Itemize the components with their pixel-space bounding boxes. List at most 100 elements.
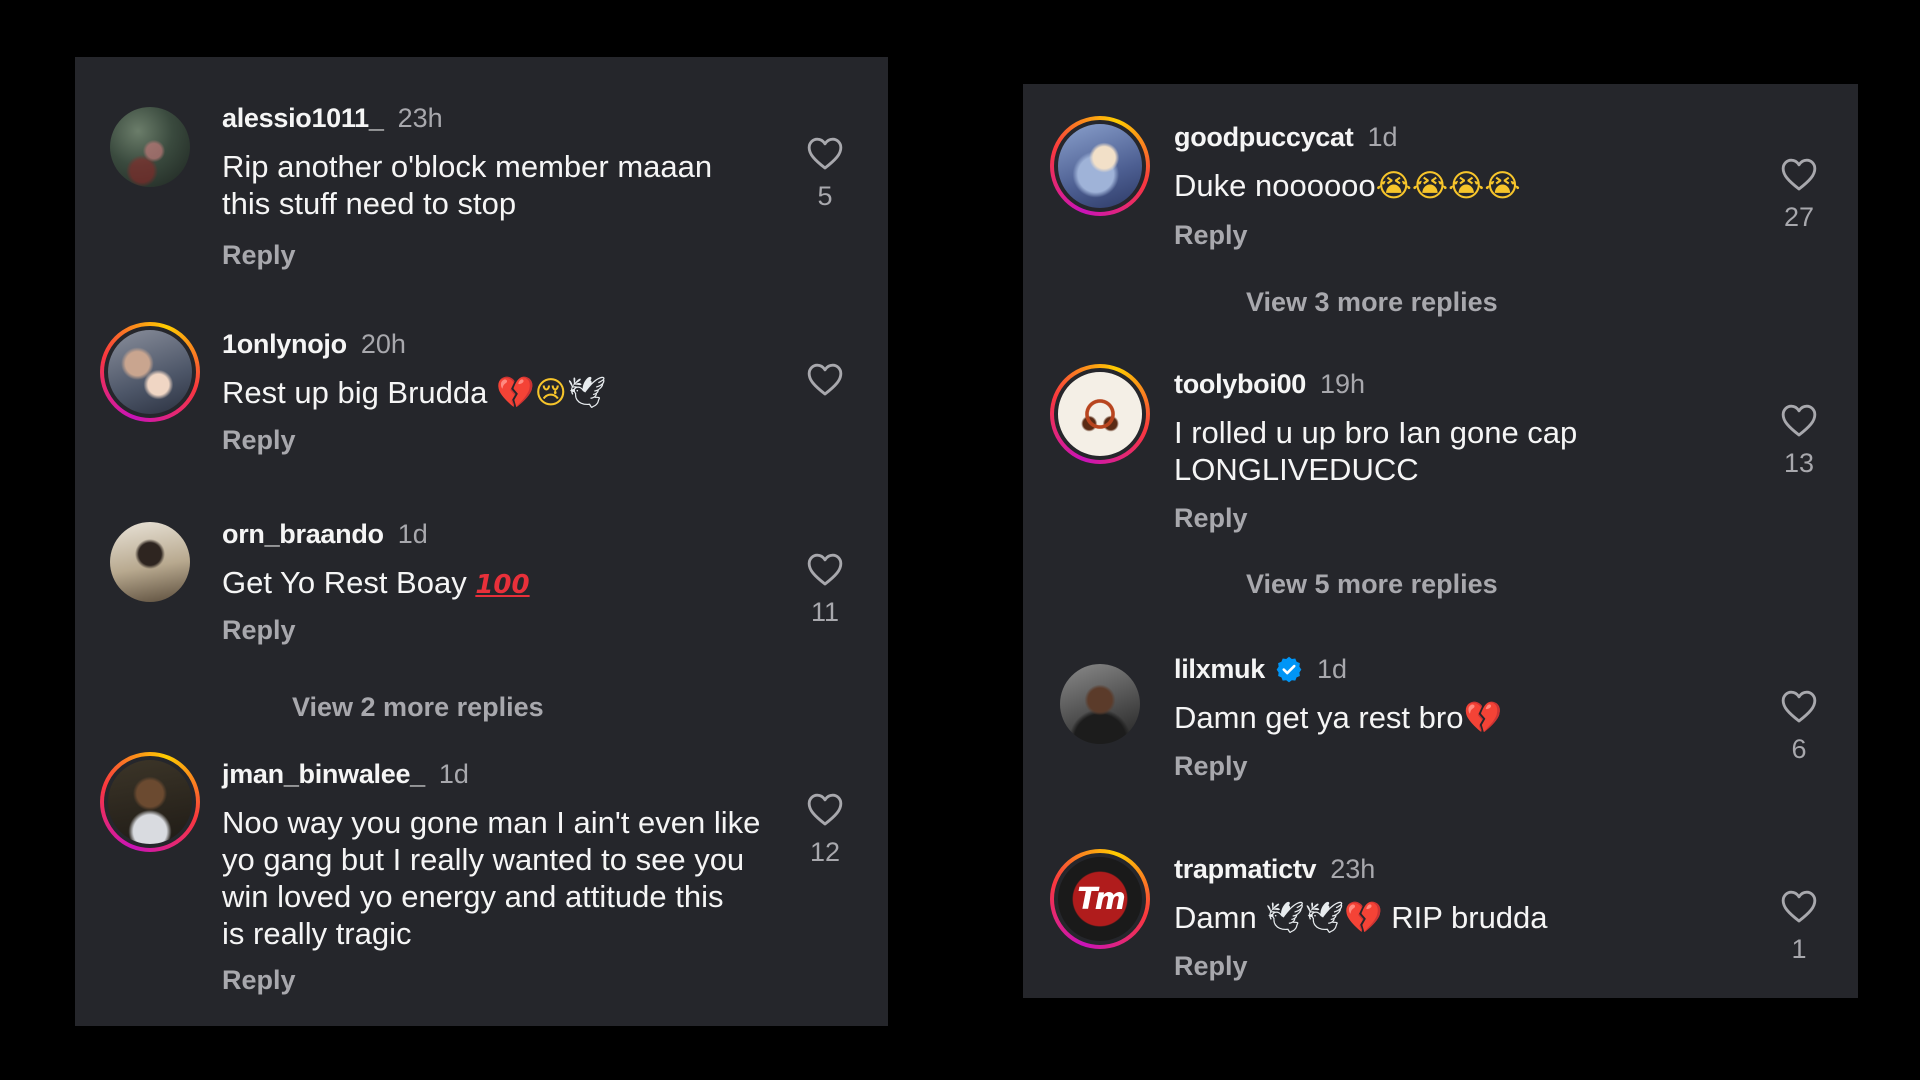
avatar-image [110, 522, 190, 602]
reply-button[interactable]: Reply [1174, 220, 1248, 251]
username[interactable]: 1onlynojo [222, 329, 347, 359]
comment-line: Damn get ya rest bro [1174, 700, 1464, 735]
comment-line: is really tragic [222, 916, 412, 951]
comment-line: LONGLIVEDUCC [1174, 452, 1419, 487]
comment-text: I rolled u up bro Ian gone cap LONGLIVED… [1174, 414, 1754, 488]
like-count: 6 [1791, 734, 1807, 764]
comment-line: Damn [1174, 900, 1257, 935]
like-button[interactable] [797, 361, 853, 439]
comment-meta: orn_braando 1d [222, 519, 428, 550]
heart-outline-icon [807, 363, 843, 396]
comment-line: win loved yo energy and attitude this [222, 879, 724, 914]
username[interactable]: lilxmuk [1174, 654, 1265, 684]
reply-button[interactable]: Reply [1174, 751, 1248, 782]
comment-text: Duke noooooo😭😭😭😭 [1174, 167, 1754, 205]
timestamp: 23h [1330, 854, 1376, 884]
avatar-image [104, 756, 196, 848]
comment-meta: alessio1011_ 23h [222, 103, 443, 134]
comment-item: lilxmuk 1d Damn get ya rest bro💔 Reply 6 [1023, 654, 1858, 834]
timestamp: 23h [397, 103, 443, 133]
loudly-crying-face-emoji: 😭 [1448, 168, 1485, 204]
loudly-crying-face-emoji: 😭 [1375, 168, 1412, 204]
comment-item: 1onlynojo 20h Rest up big Brudda 💔😢🕊 Repl… [75, 277, 888, 467]
comment-text: Damn 🕊🕊💔 RIP brudda [1174, 899, 1754, 937]
timestamp: 1d [1367, 122, 1398, 152]
timestamp: 1d [1316, 654, 1347, 684]
comment-line-suffix: RIP brudda [1382, 900, 1548, 935]
like-button[interactable]: 27 [1771, 156, 1827, 234]
like-button[interactable]: 11 [797, 551, 853, 629]
avatar[interactable] [1050, 364, 1150, 464]
broken-heart-emoji: 💔 [1463, 700, 1503, 736]
comment-line: Duke noooooo [1174, 168, 1376, 203]
comment-meta: goodpuccycat 1d [1174, 122, 1397, 153]
username[interactable]: jman_binwalee_ [222, 759, 425, 789]
like-button[interactable]: 1 [1771, 888, 1827, 966]
comment-item: Tm trapmatictv 23h Damn 🕊🕊💔 RIP brudda Re… [1023, 834, 1858, 998]
reply-button[interactable]: Reply [222, 615, 296, 646]
like-button[interactable]: 13 [1771, 402, 1827, 480]
like-button[interactable]: 12 [797, 791, 853, 869]
heart-outline-icon [1781, 890, 1817, 923]
avatar[interactable] [1050, 654, 1150, 754]
like-count: 5 [817, 181, 833, 211]
username[interactable]: alessio1011_ [222, 103, 384, 133]
username[interactable]: trapmatictv [1174, 854, 1317, 884]
timestamp: 1d [397, 519, 428, 549]
like-button[interactable]: 5 [797, 135, 853, 213]
avatar[interactable] [100, 512, 200, 612]
comment-item: alessio1011_ 23h Rip another o'block memb… [75, 57, 888, 277]
comment-line: this stuff need to stop [222, 186, 517, 221]
view-more-replies-button[interactable]: View 5 more replies [1246, 569, 1498, 600]
comment-item: orn_braando 1d Get Yo Rest Boay 100 Reply… [75, 467, 888, 722]
reply-button[interactable]: Reply [1174, 503, 1248, 534]
comment-line: Rip another o'block member maaan [222, 149, 713, 184]
comment-meta: 1onlynojo 20h [222, 329, 406, 360]
timestamp: 1d [438, 759, 469, 789]
comment-line: Get Yo Rest Boay [222, 565, 467, 600]
reply-button[interactable]: Reply [222, 425, 296, 456]
comment-line: Rest up big Brudda [222, 375, 488, 410]
comment-item: jman_binwalee_ 1d Noo way you gone man I … [75, 707, 888, 1026]
heart-outline-icon [807, 793, 843, 826]
like-count: 1 [1791, 934, 1807, 964]
like-button[interactable]: 6 [1771, 688, 1827, 766]
heart-outline-icon [1781, 158, 1817, 191]
avatar[interactable] [100, 97, 200, 197]
timestamp: 19h [1320, 369, 1366, 399]
timestamp: 20h [360, 329, 406, 359]
loudly-crying-face-emoji: 😭 [1484, 168, 1521, 204]
heart-outline-icon [807, 137, 843, 170]
reply-button[interactable]: Reply [222, 965, 296, 996]
view-more-replies-button[interactable]: View 3 more replies [1246, 287, 1498, 318]
comment-item: toolyboi00 19h I rolled u up bro Ian gone… [1023, 364, 1858, 654]
comment-item: goodpuccycat 1d Duke noooooo😭😭😭😭 Reply 27… [1023, 84, 1858, 364]
heart-outline-icon [1781, 404, 1817, 437]
comment-meta: trapmatictv 23h [1174, 854, 1375, 885]
avatar-image [110, 107, 190, 187]
comment-text: Rest up big Brudda 💔😢🕊 [222, 374, 782, 412]
heart-outline-icon [1781, 690, 1817, 723]
like-count: 11 [810, 597, 840, 627]
reply-button[interactable]: Reply [1174, 951, 1248, 982]
username[interactable]: goodpuccycat [1174, 122, 1354, 152]
avatar-image [104, 326, 196, 418]
comment-meta: toolyboi00 19h [1174, 369, 1365, 400]
like-count: 13 [1783, 448, 1815, 478]
comments-panel-right: goodpuccycat 1d Duke noooooo😭😭😭😭 Reply 27… [1023, 84, 1858, 998]
loudly-crying-face-emoji: 😭 [1411, 168, 1449, 204]
comment-meta: lilxmuk 1d [1174, 654, 1347, 685]
reply-button[interactable]: Reply [222, 240, 296, 271]
like-count [797, 407, 853, 439]
dove-emoji: 🕊 [1304, 900, 1345, 936]
comment-meta: jman_binwalee_ 1d [222, 759, 469, 790]
comment-line: yo gang but I really wanted to see you [222, 842, 745, 877]
comment-text: Noo way you gone man I ain't even like y… [222, 804, 792, 952]
username[interactable]: orn_braando [222, 519, 384, 549]
avatar[interactable] [100, 752, 200, 852]
username[interactable]: toolyboi00 [1174, 369, 1306, 399]
avatar[interactable]: Tm [1050, 849, 1150, 949]
avatar[interactable] [100, 322, 200, 422]
avatar[interactable] [1050, 116, 1150, 216]
avatar-image [1054, 368, 1146, 460]
